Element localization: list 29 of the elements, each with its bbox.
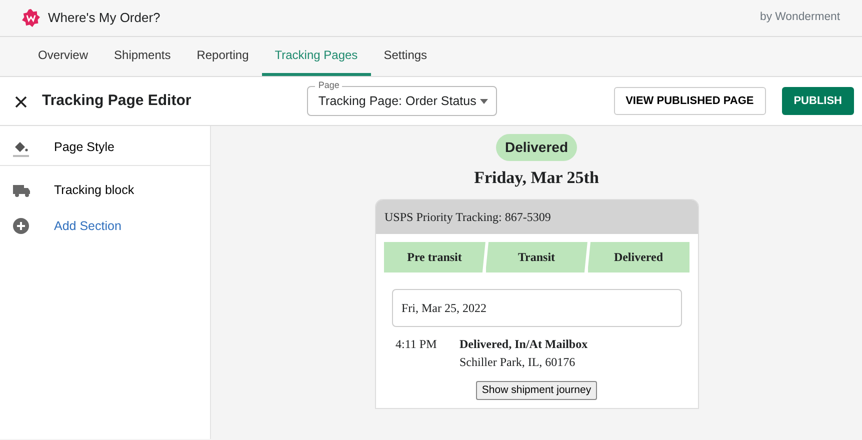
- add-section-link[interactable]: Add Section: [0, 208, 210, 244]
- field-label: Page: [315, 81, 342, 90]
- sidebar-item[interactable]: Tracking block: [0, 172, 210, 208]
- status-badge: Delivered: [496, 134, 578, 161]
- add-icon: [12, 217, 32, 235]
- carrier-header: USPS Priority Tracking: 867-5309: [376, 200, 698, 234]
- caret-icon: [480, 98, 488, 104]
- nav-tab[interactable]: Shipments: [101, 36, 184, 76]
- nav-tab[interactable]: Overview: [25, 36, 102, 76]
- event-time: 4:11 PM: [396, 336, 438, 352]
- editor-title: Tracking Page Editor: [42, 90, 192, 111]
- publish-button[interactable]: PUBLISH: [782, 87, 854, 115]
- event-status: Delivered, In/At Mailbox: [460, 336, 588, 352]
- nav-tab[interactable]: Settings: [370, 36, 440, 76]
- journey-button[interactable]: Show shipment journey: [476, 380, 598, 400]
- delivery-date: Friday, Mar 25th: [474, 167, 599, 189]
- event-location: Schiller Park, IL, 60176: [460, 354, 576, 370]
- close-icon: [15, 96, 27, 108]
- app-title: Where's My Order?: [48, 9, 160, 28]
- progress-step: Pre transit: [384, 242, 486, 272]
- select-value: Tracking Page: Order Status: [318, 92, 476, 110]
- byline: by Wonderment: [760, 10, 840, 26]
- logo-icon: [22, 9, 40, 27]
- sidebar-item[interactable]: Page Style: [0, 130, 210, 166]
- event-date: Fri, Mar 25, 2022: [392, 288, 682, 326]
- view-button[interactable]: VIEW PUBLISHED PAGE: [614, 87, 766, 115]
- progress-step: Transit: [486, 242, 588, 272]
- nav-tab[interactable]: Reporting: [184, 36, 262, 76]
- progress-step: Delivered: [588, 242, 690, 272]
